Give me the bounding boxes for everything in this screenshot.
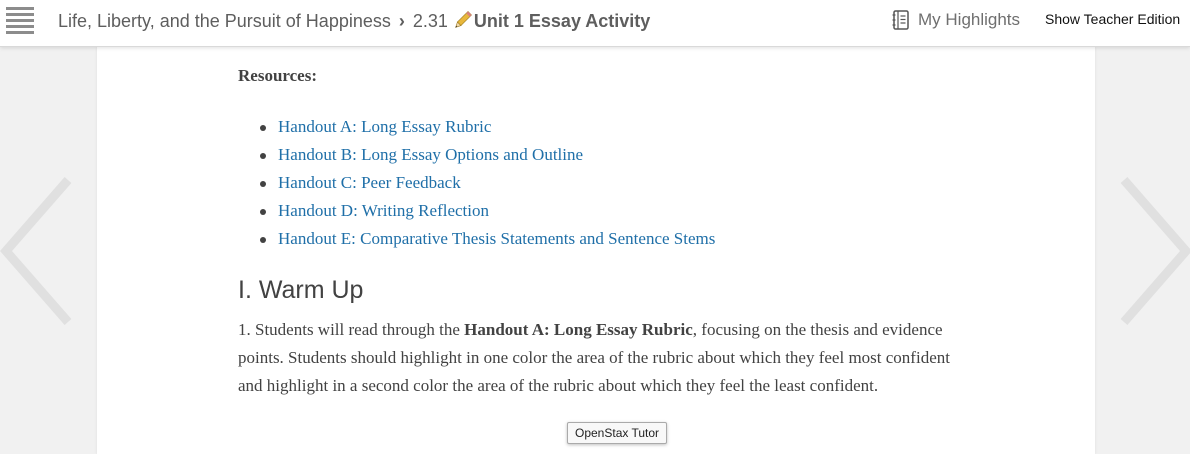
warm-up-paragraph: 1. Students will read through the Handou… [238,316,958,400]
page-title: Unit 1 Essay Activity [473,10,651,31]
breadcrumb-separator: › [398,10,405,31]
notebook-icon [892,10,909,30]
chevron-left-icon[interactable] [0,176,72,326]
paragraph-bold-reference: Handout A: Long Essay Rubric [464,320,693,339]
top-navbar: Life, Liberty, and the Pursuit of Happin… [0,0,1190,47]
section-heading: I. Warm Up [238,276,364,304]
paragraph-text-start: 1. Students will read through the [238,320,465,339]
list-item: Handout B: Long Essay Options and Outlin… [238,141,715,169]
handout-b-link[interactable]: Handout B: Long Essay Options and Outlin… [278,145,583,164]
my-highlights-label: My Highlights [918,10,1021,29]
handout-d-link[interactable]: Handout D: Writing Reflection [278,201,489,220]
handout-e-link[interactable]: Handout E: Comparative Thesis Statements… [278,229,715,248]
handout-c-link[interactable]: Handout C: Peer Feedback [278,173,461,192]
bullet [260,209,266,215]
show-teacher-edition-button[interactable]: Show Teacher Edition [1045,11,1180,27]
handout-a-link[interactable]: Handout A: Long Essay Rubric [278,117,491,136]
book-title-link[interactable]: Life, Liberty, and the Pursuit of Happin… [58,11,391,32]
list-item: Handout A: Long Essay Rubric [238,113,715,141]
hamburger-menu-icon[interactable] [6,7,34,35]
section-number: 2.31 [412,10,448,31]
bullet [260,153,266,159]
list-item: Handout D: Writing Reflection [238,197,715,225]
chevron-right-icon[interactable] [1120,176,1190,326]
tooltip: OpenStax Tutor [567,422,668,444]
pencil-icon [455,11,472,28]
resources-list: Handout A: Long Essay Rubric Handout B: … [238,113,715,253]
list-item: Handout E: Comparative Thesis Statements… [238,225,715,253]
breadcrumb: Life, Liberty, and the Pursuit of Happin… [58,9,650,33]
my-highlights-button[interactable]: My Highlights [892,9,1020,31]
resources-label: Resources: [238,66,317,85]
bullet [260,237,266,243]
bullet [260,125,266,131]
bullet [260,181,266,187]
page-content: Resources: Handout A: Long Essay Rubric … [97,46,1095,454]
list-item: Handout C: Peer Feedback [238,169,715,197]
